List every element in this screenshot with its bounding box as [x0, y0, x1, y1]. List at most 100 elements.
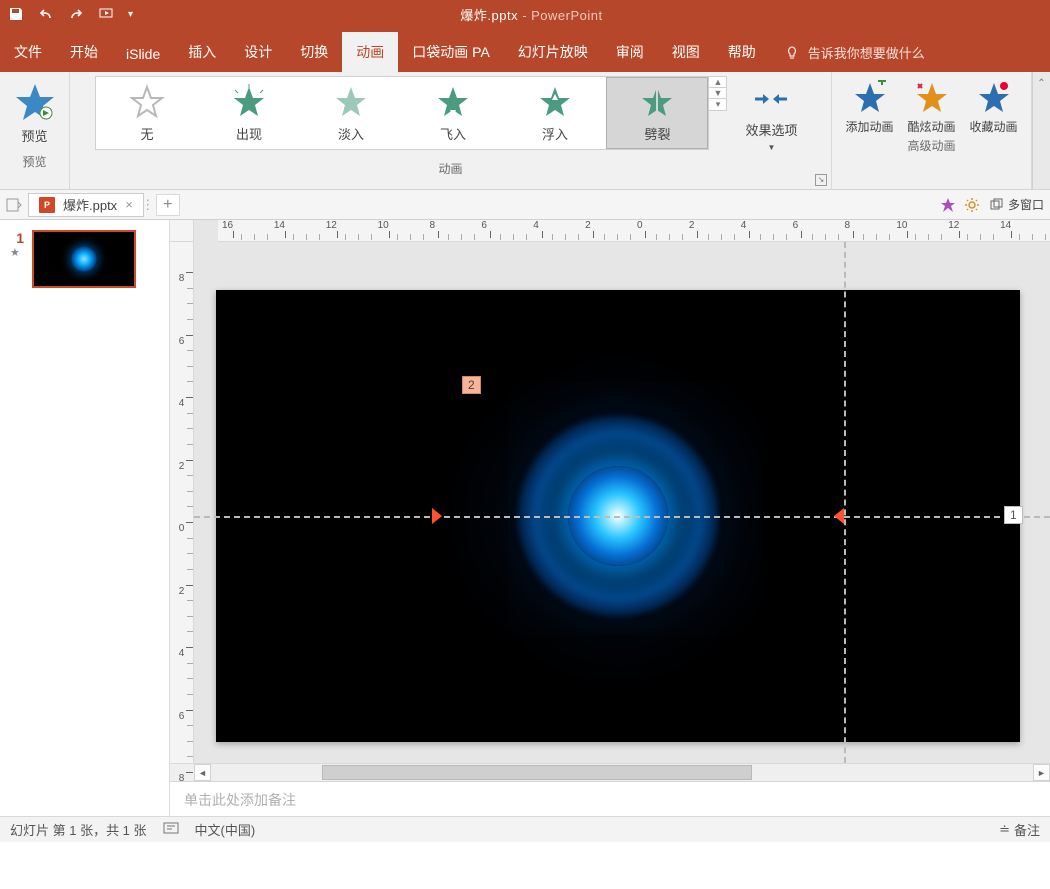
- ribbon: 预览 预览 无 出现 淡入 飞入: [0, 72, 1050, 190]
- status-lang[interactable]: 中文(中国): [195, 820, 256, 839]
- window-title: 爆炸.pptx - PowerPoint: [133, 5, 930, 24]
- tab-help[interactable]: 帮助: [714, 32, 770, 72]
- bulb-icon: [784, 45, 800, 61]
- thumbnail-1[interactable]: 1 ★: [10, 230, 159, 288]
- thumbnail-preview: [32, 230, 136, 288]
- add-animation-button[interactable]: 添加动画: [841, 76, 899, 135]
- gallery-label-fade: 淡入: [338, 124, 364, 143]
- tab-islide[interactable]: iSlide: [112, 36, 174, 72]
- plugin-star-icon[interactable]: [936, 193, 960, 217]
- thumb-orb-graphic: [71, 246, 97, 272]
- thumb-number: 1: [10, 230, 24, 246]
- app-name: PowerPoint: [531, 8, 602, 23]
- tell-me-text: 告诉我你想要做什么: [808, 43, 925, 62]
- preview-star-icon: [13, 82, 57, 122]
- fav-animation-button[interactable]: 收藏动画: [965, 76, 1023, 135]
- add-star-icon: [852, 80, 888, 116]
- tab-divider: ⋮: [144, 197, 152, 213]
- split-star-icon: [639, 84, 675, 120]
- split-handle-left[interactable]: [432, 508, 442, 524]
- effect-options-button[interactable]: 效果选项 ▼: [737, 76, 805, 158]
- title-bar: ▾ 爆炸.pptx - PowerPoint: [0, 0, 1050, 28]
- fav-animation-label: 收藏动画: [969, 118, 1017, 135]
- document-tab[interactable]: P 爆炸.pptx ×: [28, 193, 144, 217]
- document-tab-name: 爆炸.pptx: [63, 195, 117, 214]
- ribbon-collapse-icon[interactable]: ⌃: [1032, 72, 1050, 189]
- horizontal-scrollbar[interactable]: ◄ ►: [170, 763, 1050, 781]
- tab-review[interactable]: 审阅: [602, 32, 658, 72]
- group-advanced-label: 高级动画: [907, 135, 955, 156]
- add-animation-label: 添加动画: [845, 118, 893, 135]
- animation-tag-2[interactable]: 2: [462, 376, 481, 394]
- gallery-item-flyin[interactable]: 飞入: [402, 77, 504, 149]
- fav-star-icon: [976, 80, 1012, 116]
- preview-label: 预览: [21, 126, 47, 145]
- cool-animation-button[interactable]: 酷炫动画: [903, 76, 961, 135]
- editor: 1614121086420246810121416 864202468 2 1: [170, 220, 1050, 816]
- horizontal-ruler[interactable]: 1614121086420246810121416: [218, 220, 1050, 242]
- scroll-left-icon[interactable]: ◄: [194, 764, 211, 781]
- effect-options-icon: [749, 82, 793, 116]
- tab-transitions[interactable]: 切换: [286, 32, 342, 72]
- new-tab-button[interactable]: +: [156, 194, 180, 216]
- notes-panel[interactable]: 单击此处添加备注: [170, 781, 1050, 816]
- gallery-label-appear: 出现: [236, 124, 262, 143]
- doc-nav-icon[interactable]: [0, 190, 28, 219]
- none-star-icon: [129, 84, 165, 120]
- gallery-item-fade[interactable]: 淡入: [300, 77, 402, 149]
- scroll-right-icon[interactable]: ►: [1033, 764, 1050, 781]
- tab-design[interactable]: 设计: [230, 32, 286, 72]
- animation-gallery: 无 出现 淡入 飞入 浮入: [95, 76, 709, 150]
- tell-me[interactable]: 告诉我你想要做什么: [770, 33, 939, 72]
- status-bar: 幻灯片 第 1 张，共 1 张 中文(中国) ≐ 备注: [0, 816, 1050, 842]
- notes-toggle-icon[interactable]: ≐ 备注: [999, 820, 1040, 839]
- vertical-ruler[interactable]: 864202468: [170, 242, 194, 763]
- thumb-animation-icon: ★: [10, 246, 24, 259]
- slide-thumbnails: 1 ★: [0, 220, 170, 816]
- spellcheck-icon[interactable]: [163, 820, 179, 839]
- tab-file[interactable]: 文件: [0, 32, 56, 72]
- scroll-track[interactable]: [212, 764, 1032, 781]
- flyin-star-icon: [435, 84, 471, 120]
- tab-view[interactable]: 视图: [658, 32, 714, 72]
- guide-horizontal[interactable]: [194, 516, 1050, 518]
- group-animation: 无 出现 淡入 飞入 浮入: [70, 72, 832, 189]
- doc-title: 爆炸.pptx: [460, 8, 518, 23]
- gallery-up-icon[interactable]: ▲: [709, 77, 726, 88]
- gallery-item-appear[interactable]: 出现: [198, 77, 300, 149]
- gear-icon[interactable]: [960, 193, 984, 217]
- gallery-item-none[interactable]: 无: [96, 77, 198, 149]
- split-handle-right[interactable]: [834, 508, 844, 524]
- redo-icon[interactable]: [68, 6, 84, 22]
- undo-icon[interactable]: [38, 6, 54, 22]
- status-notes-label: 备注: [1014, 820, 1040, 839]
- group-preview-label: 预览: [22, 151, 46, 172]
- gallery-scroll: ▲ ▼ ▾: [709, 76, 727, 111]
- preview-button[interactable]: 预览: [5, 76, 65, 151]
- scroll-thumb[interactable]: [322, 765, 752, 780]
- close-icon[interactable]: ×: [125, 197, 133, 212]
- gallery-label-flyin: 飞入: [440, 124, 466, 143]
- gallery-down-icon[interactable]: ▼: [709, 88, 726, 99]
- gallery-label-split: 劈裂: [644, 124, 670, 143]
- guide-vertical[interactable]: [844, 242, 846, 763]
- workspace: 1 ★ 1614121086420246810121416 864202468: [0, 220, 1050, 816]
- gallery-item-split[interactable]: 劈裂: [606, 77, 708, 149]
- tab-insert[interactable]: 插入: [174, 32, 230, 72]
- tab-pocket[interactable]: 口袋动画 PA: [398, 32, 504, 72]
- tab-animations[interactable]: 动画: [342, 32, 398, 72]
- slide-canvas[interactable]: 2 1: [194, 242, 1050, 763]
- multi-window-icon[interactable]: 多窗口: [984, 193, 1050, 217]
- save-icon[interactable]: [8, 6, 24, 22]
- start-slideshow-icon[interactable]: [98, 6, 114, 22]
- tab-home[interactable]: 开始: [56, 32, 112, 72]
- appear-star-icon: [231, 84, 267, 120]
- tab-slideshow[interactable]: 幻灯片放映: [504, 32, 602, 72]
- dialog-launcher-icon[interactable]: ↘: [815, 174, 827, 186]
- gallery-more-icon[interactable]: ▾: [709, 99, 726, 110]
- gallery-label-floatin: 浮入: [542, 124, 568, 143]
- animation-tag-1[interactable]: 1: [1004, 506, 1023, 524]
- gallery-item-floatin[interactable]: 浮入: [504, 77, 606, 149]
- ribbon-tabs: 文件 开始 iSlide 插入 设计 切换 动画 口袋动画 PA 幻灯片放映 审…: [0, 28, 1050, 72]
- status-slide[interactable]: 幻灯片 第 1 张，共 1 张: [10, 820, 147, 839]
